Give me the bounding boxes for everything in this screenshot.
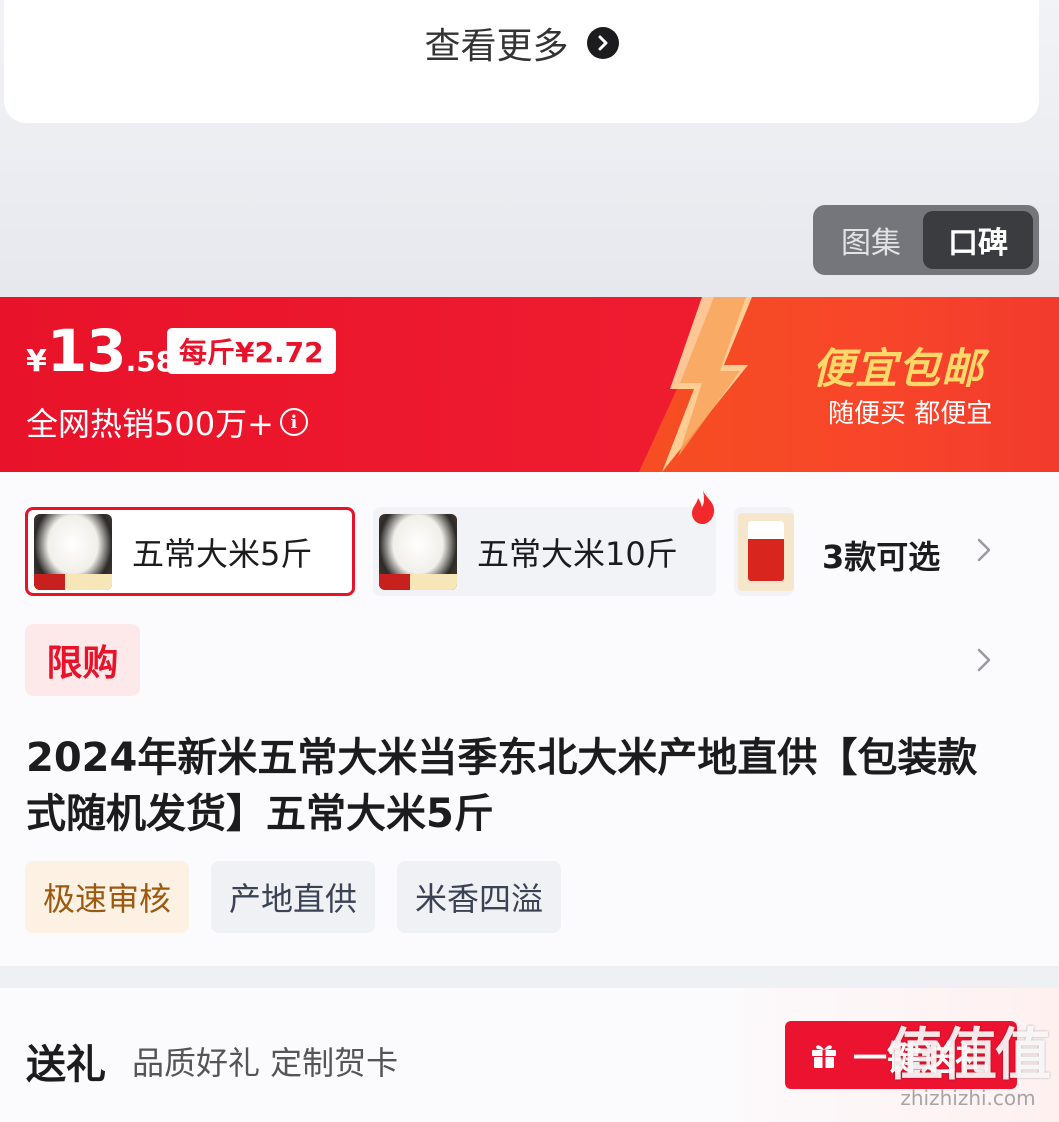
view-more-link[interactable]: 查看更多 (4, 18, 1039, 68)
watermark-url: zhizhizhi.com (900, 1086, 1036, 1110)
sales-info[interactable]: 全网热销500万+ i (26, 399, 308, 445)
price-currency: ¥ (26, 344, 47, 379)
feature-tag: 米香四溢 (397, 861, 562, 933)
price-integer: 13 (46, 317, 127, 385)
variant-label: 五常大米10斤 (477, 534, 678, 573)
promo-title: 便宜包邮 (812, 344, 985, 393)
variant-option-10jin[interactable]: 五常大米10斤 (373, 490, 716, 596)
gift-icon (812, 1045, 836, 1068)
variant-option-bag[interactable] (734, 507, 794, 596)
tab-reviews[interactable]: 口碑 (923, 211, 1033, 269)
variant-thumbnail (738, 512, 794, 591)
top-area: 查看更多 图集 口碑 (0, 0, 1059, 297)
chevron-right-icon[interactable] (975, 646, 993, 674)
variant-thumbnail (34, 513, 112, 590)
chevron-right-icon[interactable] (975, 536, 993, 564)
media-tab-switcher: 图集 口碑 (813, 205, 1039, 275)
unit-price-badge: 每斤¥2.72 (167, 328, 336, 374)
view-more-card: 查看更多 (4, 0, 1039, 123)
current-price: ¥ 13 .58 (26, 317, 175, 385)
variant-thumbnail (379, 513, 457, 590)
product-info-panel: 五常大米5斤 五常大米10斤 3款可选 限购 2024年新米五常大米当季东北大米… (0, 472, 1059, 966)
variant-label: 五常大米5斤 (132, 534, 313, 573)
tab-gallery[interactable]: 图集 (819, 211, 923, 269)
variant-selector: 五常大米5斤 五常大米10斤 (25, 490, 794, 596)
purchase-limit-tag: 限购 (25, 624, 140, 696)
more-variants-label[interactable]: 3款可选 (822, 532, 940, 578)
sales-text: 全网热销500万+ (26, 405, 274, 443)
promo-subtitle: 随便买 都便宜 (828, 399, 993, 429)
site-watermark: 值值值 zhizhizhi.com (887, 1023, 1051, 1111)
watermark-logo: 值值值 (887, 1023, 1051, 1088)
lightning-bolt-icon (662, 297, 752, 472)
feature-tag: 产地直供 (211, 861, 376, 933)
variant-option-5jin[interactable]: 五常大米5斤 (25, 507, 355, 596)
fire-hot-icon (692, 490, 715, 524)
gift-title: 送礼 (26, 1042, 106, 1088)
product-title: 2024年新米五常大米当季东北大米产地直供【包装款式随机发货】五常大米5斤 (26, 735, 978, 837)
feature-tag: 极速审核 (25, 861, 190, 933)
gift-bar: 送礼 品质好礼 定制贺卡 一键送礼 值值值 zhizhizhi.com (0, 988, 1059, 1122)
chevron-right-circle-icon (586, 27, 619, 59)
info-icon[interactable]: i (279, 408, 308, 436)
price-banner: ¥ 13 .58 每斤¥2.72 全网热销500万+ i 便宜包邮 随便买 都便… (0, 297, 1059, 472)
gift-subtitle: 品质好礼 定制贺卡 (132, 1044, 399, 1082)
feature-tags: 极速审核 产地直供 米香四溢 (25, 861, 562, 933)
view-more-label: 查看更多 (424, 26, 569, 67)
